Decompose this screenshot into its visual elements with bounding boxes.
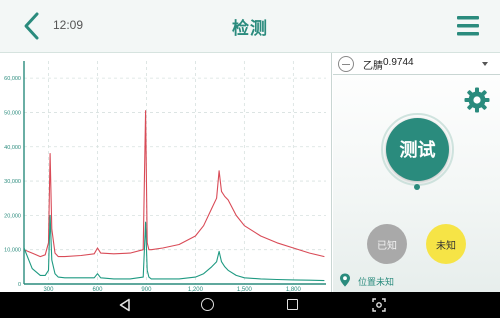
test-button[interactable]: 测试	[386, 118, 449, 181]
match-score: 0.9744	[383, 57, 414, 68]
progress-dot	[414, 184, 420, 190]
spectrum-chart-svg: 010,00020,00030,00040,00050,00060,000300…	[4, 61, 326, 292]
screenshot-icon[interactable]	[372, 298, 386, 312]
substance-icon	[338, 56, 354, 72]
hamburger-menu-icon[interactable]	[456, 15, 480, 37]
y-tick-label: 50,000	[4, 110, 21, 116]
test-button-label: 测试	[399, 140, 436, 161]
y-tick-label: 10,000	[4, 248, 21, 254]
y-tick-label: 0	[18, 282, 21, 288]
nav-recents-icon[interactable]	[287, 299, 298, 310]
series-line-red	[23, 110, 325, 258]
unknown-button[interactable]: 未知	[426, 224, 466, 264]
location-pin-icon	[340, 273, 350, 287]
known-button-label: 已知	[377, 241, 397, 252]
y-tick-label: 40,000	[4, 145, 21, 151]
nav-home-icon[interactable]	[201, 298, 214, 311]
spectrum-chart[interactable]: 0 10,000 20,000 30,000 40,000 50,000 60,000 300…	[0, 53, 332, 292]
y-tick-label: 30,000	[4, 179, 21, 185]
y-tick-label: 60,000	[4, 76, 21, 82]
dropdown-caret-icon	[482, 62, 488, 66]
unknown-button-label: 未知	[436, 241, 456, 252]
top-app-bar: 12:09 检测	[0, 0, 500, 53]
substance-name: 乙腈	[363, 61, 383, 72]
y-tick-label: 20,000	[4, 213, 21, 219]
series-line-green	[23, 214, 325, 282]
control-panel: 乙腈 0.9744 测试 已知 未知 位置未知	[333, 53, 500, 292]
location-status: 位置未知	[358, 278, 395, 288]
page-title: 检测	[232, 19, 268, 39]
system-nav-bar	[0, 292, 500, 318]
known-button[interactable]: 已知	[367, 224, 407, 264]
nav-back-icon[interactable]	[118, 298, 132, 312]
substance-selector[interactable]: 乙腈 0.9744	[333, 53, 500, 75]
gear-icon[interactable]	[464, 87, 490, 113]
